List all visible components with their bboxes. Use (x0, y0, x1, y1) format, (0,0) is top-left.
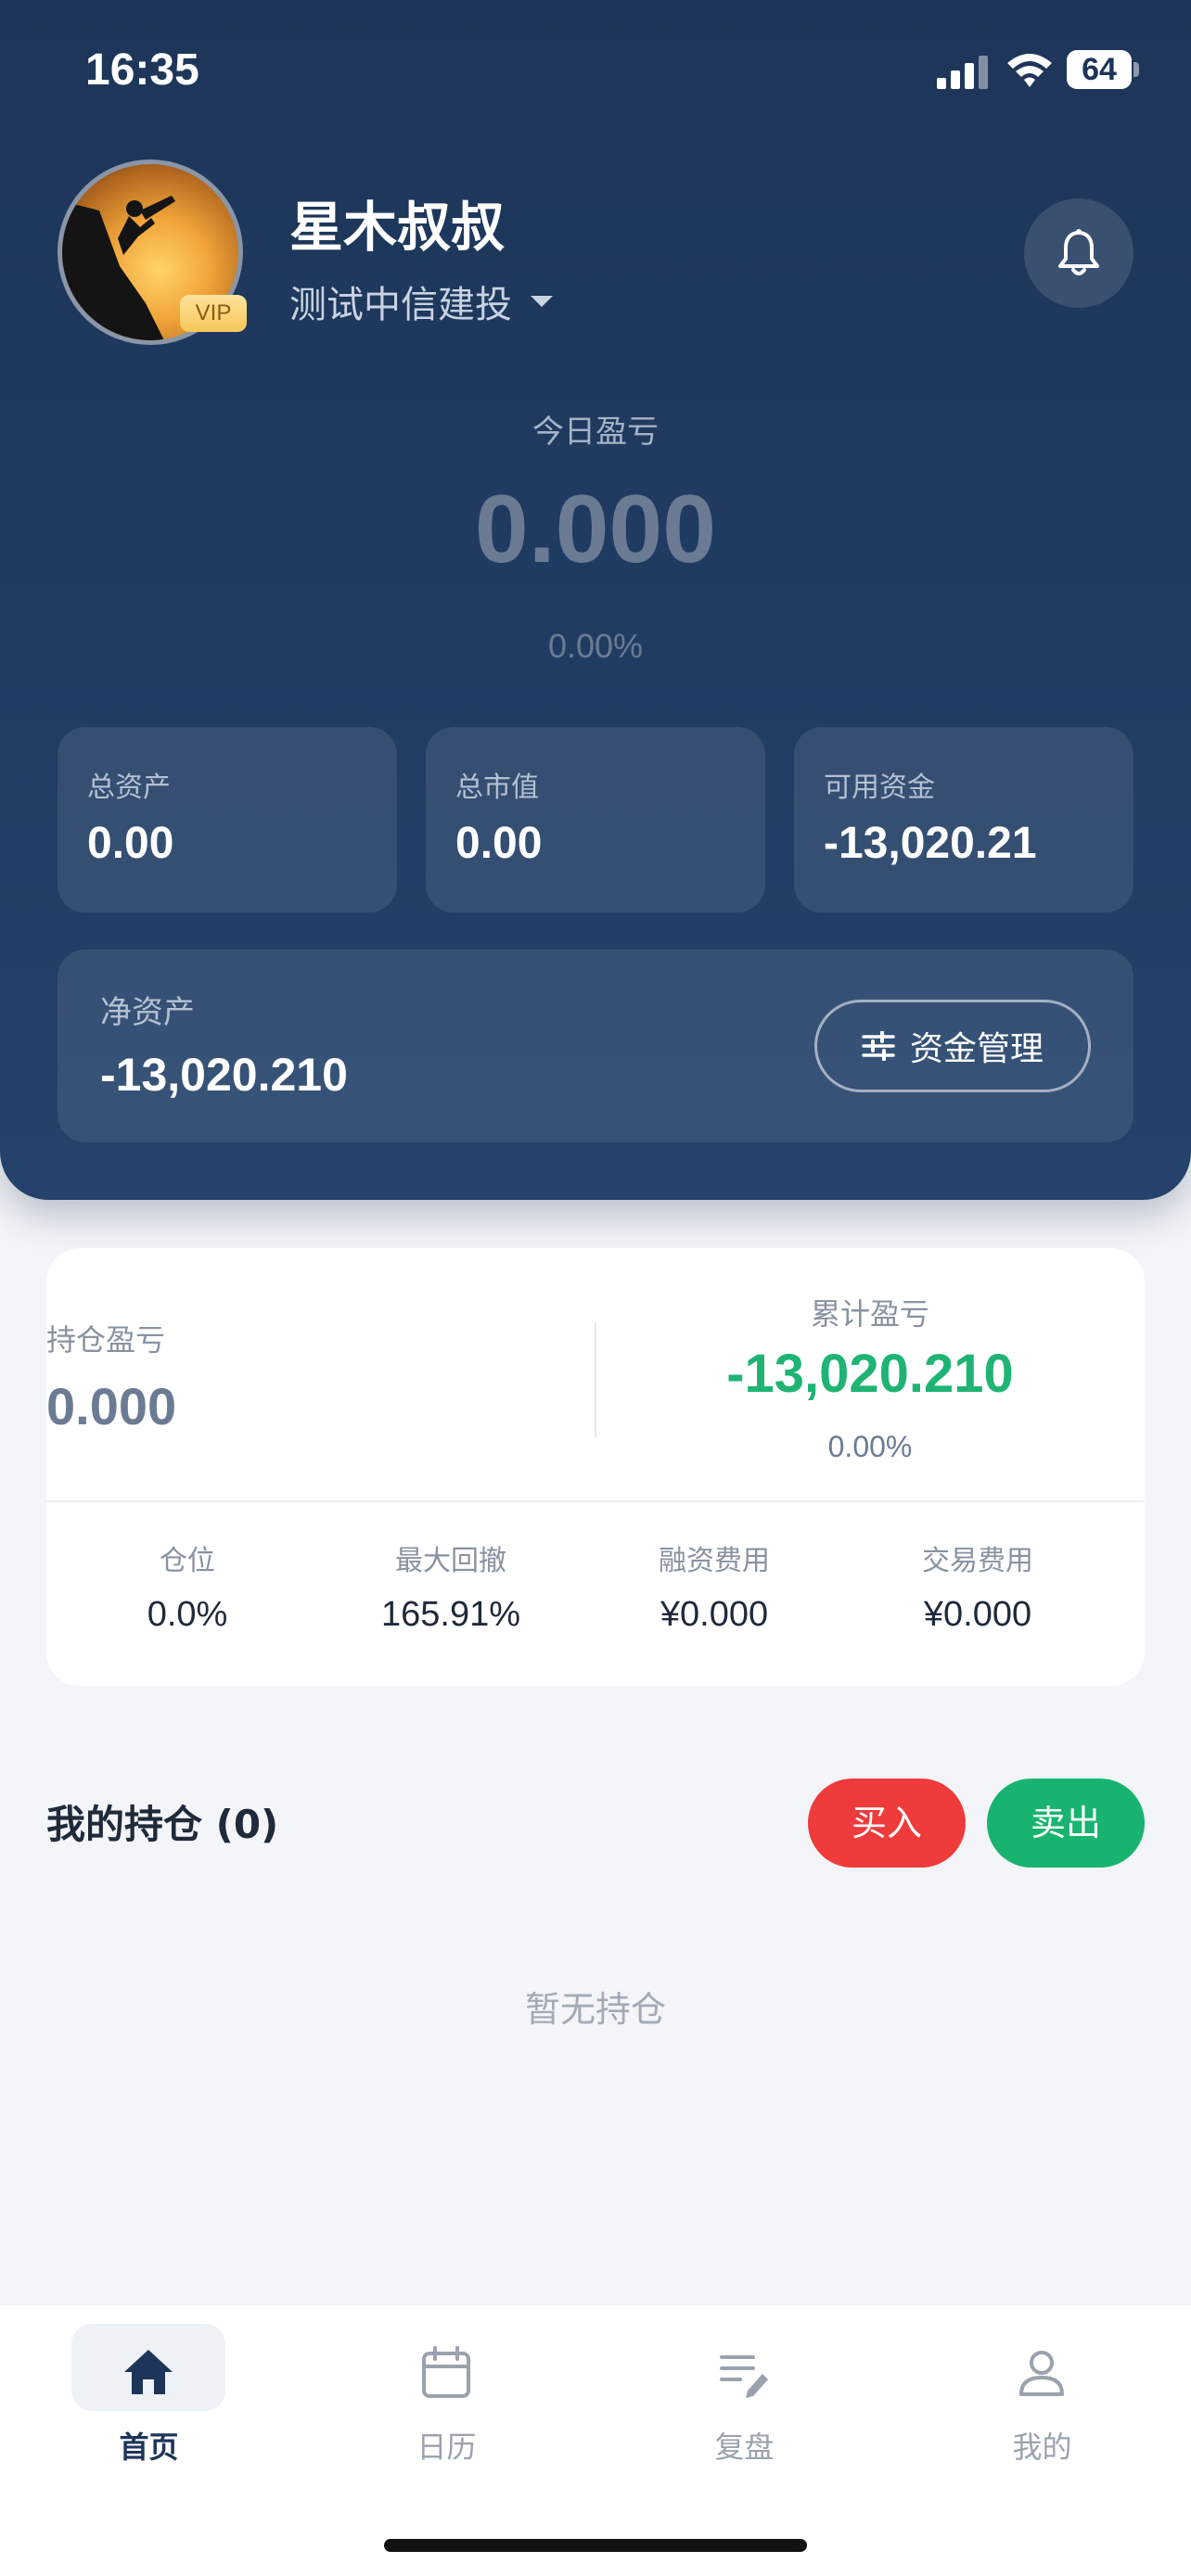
metric-position: 仓位 0.0% (56, 1537, 319, 1635)
tab-label: 首页 (119, 2429, 179, 2465)
sliders-icon (862, 1031, 895, 1061)
cumulative-pnl-label: 累计盈亏 (810, 1296, 929, 1332)
sell-button[interactable]: 卖出 (987, 1779, 1145, 1868)
net-assets-card: 净资产 -13,020.210 资金管理 (58, 950, 1133, 1142)
net-assets-value: -13,020.210 (100, 1049, 348, 1101)
holding-pnl-label: 持仓盈亏 (46, 1322, 166, 1358)
battery-level: 64 (1082, 52, 1117, 87)
chevron-down-icon (531, 296, 553, 307)
stat-value: 0.00 (455, 819, 543, 868)
tab-label: 我的 (1012, 2429, 1072, 2465)
metric-label: 仓位 (160, 1545, 215, 1577)
cumulative-pnl-percent: 0.00% (827, 1430, 913, 1463)
empty-holdings-text: 暂无持仓 (524, 1989, 666, 2030)
pnl-summary-card: 持仓盈亏 0.000 累计盈亏 -13,020.210 0.00% 仓位 0.0… (46, 1248, 1145, 1686)
metric-max-drawdown: 最大回撤 165.91% (319, 1537, 583, 1635)
signal-icon (937, 56, 988, 89)
stat-label: 总资产 (87, 772, 171, 804)
metric-label: 融资费用 (659, 1545, 770, 1577)
stat-value: -13,020.21 (824, 819, 1037, 868)
metric-financing-fee: 融资费用 ¥0.000 (583, 1537, 846, 1635)
metric-label: 交易费用 (922, 1545, 1033, 1577)
stat-card-market-value: 总市值 0.00 (426, 727, 765, 912)
metric-label: 最大回撤 (395, 1545, 506, 1577)
account-name: 测试中信建投 (289, 284, 512, 326)
today-pnl-label: 今日盈亏 (532, 414, 659, 451)
review-icon (720, 2355, 768, 2398)
today-pnl-value: 0.000 (474, 476, 717, 583)
wifi-icon (1007, 54, 1052, 87)
stat-label: 总市值 (455, 772, 539, 804)
calendar-icon (422, 2346, 470, 2398)
home-indicator[interactable] (384, 2539, 807, 2552)
metric-value: 0.0% (147, 1595, 228, 1634)
status-time: 16:35 (85, 45, 199, 95)
header-panel: 16:35 64 VIP 星木叔叔 测试中信建投 今日盈亏 0.000 0.00… (0, 0, 1191, 1200)
metric-value: ¥0.000 (660, 1595, 769, 1634)
today-pnl-percent: 0.00% (547, 627, 644, 665)
stat-value: 0.00 (87, 819, 174, 868)
net-assets-label: 净资产 (100, 994, 195, 1031)
stat-card-available-funds: 可用资金 -13,020.21 (794, 727, 1133, 912)
user-name: 星木叔叔 (289, 196, 506, 259)
vip-badge: VIP (180, 295, 247, 332)
metric-value: 165.91% (380, 1595, 520, 1634)
holding-pnl-value: 0.000 (46, 1377, 177, 1435)
holdings-title: 我的持仓 (0) (46, 1802, 279, 1847)
tab-home[interactable]: 首页 (0, 2324, 298, 2472)
tab-mine[interactable]: 我的 (893, 2324, 1191, 2472)
cumulative-pnl-value: -13,020.210 (726, 1344, 1014, 1404)
user-icon (1019, 2351, 1064, 2396)
metric-value: ¥0.000 (923, 1595, 1032, 1634)
bell-icon (1058, 229, 1099, 275)
buy-button[interactable]: 买入 (808, 1779, 966, 1868)
tab-review[interactable]: 复盘 (596, 2324, 893, 2472)
metric-trading-fee: 交易费用 ¥0.000 (846, 1537, 1109, 1635)
divider (46, 1500, 1145, 1502)
tab-label: 日历 (416, 2429, 477, 2465)
tab-bar: 首页 日历 复盘 我的 (0, 2303, 1191, 2576)
fund-management-button[interactable]: 资金管理 (814, 1000, 1091, 1092)
tab-label: 复盘 (714, 2429, 775, 2465)
stat-card-total-assets: 总资产 0.00 (58, 727, 397, 912)
account-selector[interactable]: 测试中信建投 (289, 274, 553, 328)
notification-button[interactable] (1024, 198, 1133, 308)
battery-icon: 64 (1067, 50, 1139, 89)
stat-label: 可用资金 (824, 772, 935, 804)
tab-calendar[interactable]: 日历 (298, 2324, 596, 2472)
fund-management-label: 资金管理 (909, 1030, 1044, 1068)
status-bar: 16:35 64 (0, 0, 1191, 139)
home-icon (124, 2350, 173, 2394)
